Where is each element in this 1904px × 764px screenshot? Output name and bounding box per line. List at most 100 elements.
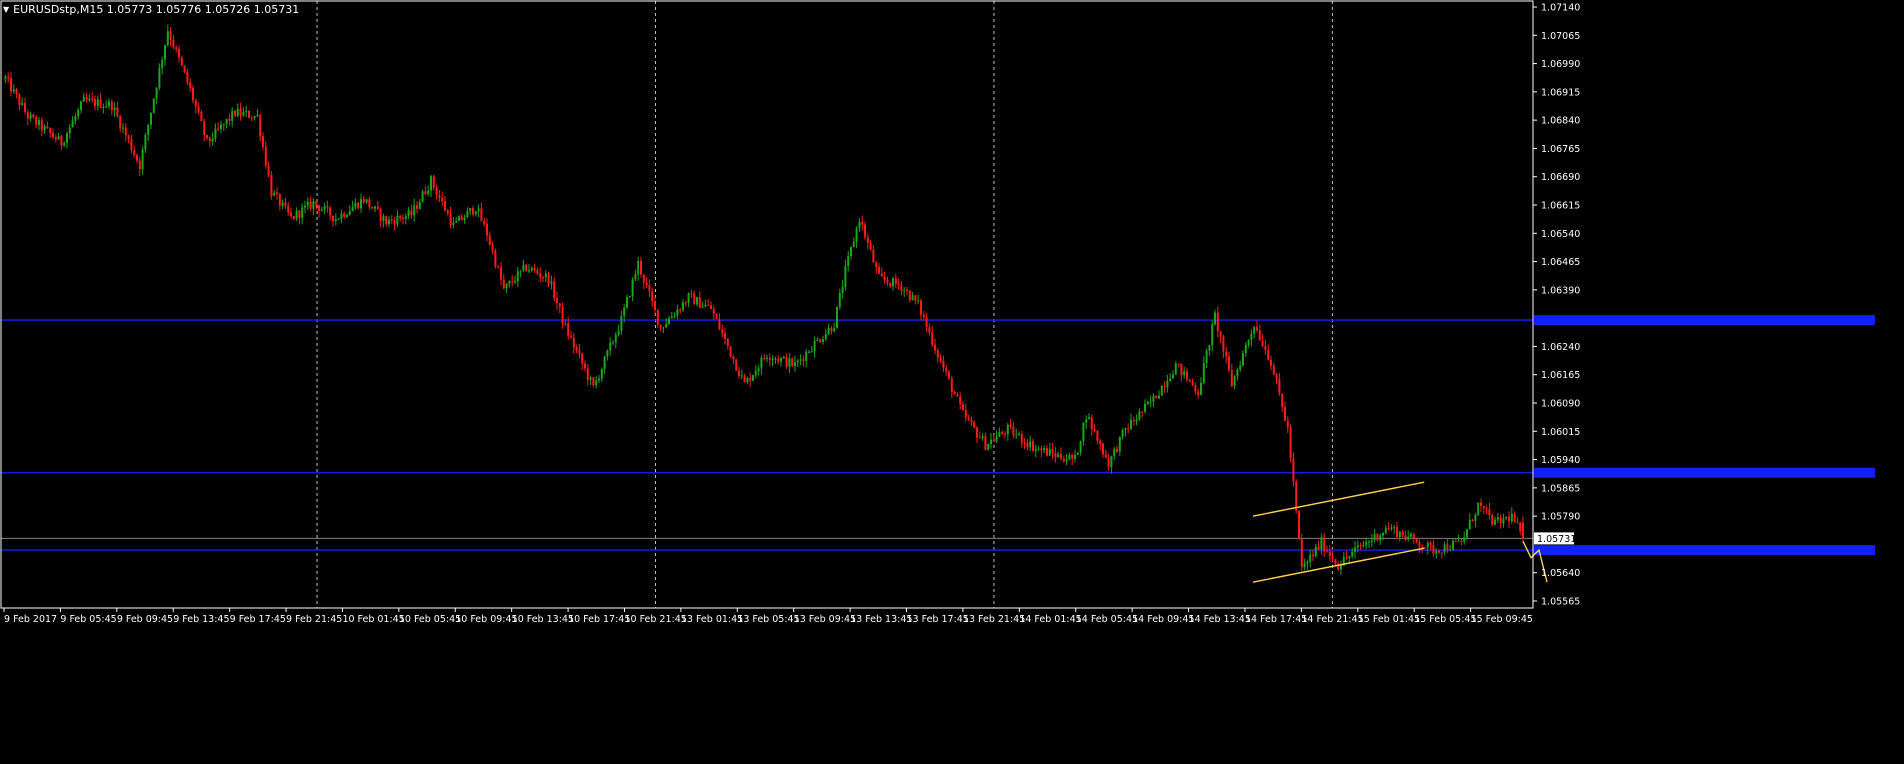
candle-body: [561, 306, 564, 324]
price-axis[interactable]: 1.07140 1.07065 1.06990 1.06915 1.06840 1.067…: [1533, 3, 1580, 608]
candle-body: [71, 120, 74, 128]
candle-body: [872, 249, 875, 263]
price-chart[interactable]: 1.05731 1.07140 1.07065 1.06990 1.06915 1.06…: [0, 0, 1904, 760]
candle-body: [133, 150, 136, 156]
candle-body: [52, 133, 54, 138]
candle-body: [1317, 546, 1320, 550]
candle-body: [816, 339, 819, 341]
candle-body: [1275, 374, 1278, 379]
candle-body: [222, 124, 225, 126]
dropdown-triangle-icon[interactable]: ▼: [3, 5, 9, 14]
candle-body: [1149, 401, 1152, 403]
candle-body: [1368, 541, 1370, 543]
y-tick-label: 1.06165: [1541, 370, 1580, 381]
candle-body: [788, 358, 791, 367]
candle-body: [158, 68, 161, 88]
candle-body: [1177, 363, 1180, 365]
candle-body: [934, 344, 936, 351]
level-marker: [1534, 315, 1875, 326]
y-tick-label: 1.06915: [1541, 87, 1580, 98]
candle-body: [738, 370, 740, 376]
y-tick-label: 1.06690: [1541, 172, 1580, 183]
candle-body: [810, 351, 813, 353]
candle-body: [536, 270, 539, 274]
candle-body: [698, 297, 701, 308]
candle-body: [1152, 395, 1155, 402]
candle-body: [656, 309, 659, 325]
candle-body: [654, 301, 656, 310]
candle-body: [463, 217, 466, 220]
candle-body: [987, 443, 990, 450]
candle-body: [581, 353, 584, 364]
candle-body: [385, 216, 388, 225]
candle-body: [939, 357, 942, 361]
time-axis[interactable]: 9 Feb 2017 9 Feb 05:45 9 Feb 09:45 9 Feb 13…: [3, 608, 1533, 625]
candle-body: [668, 318, 670, 324]
candle-body: [1326, 551, 1328, 553]
candle-body: [917, 300, 920, 302]
candle-body: [1180, 363, 1183, 376]
candle-body: [774, 358, 777, 360]
candle-body: [194, 100, 197, 107]
candle-body: [248, 111, 250, 118]
candle-body: [869, 242, 872, 250]
candle-body: [1270, 359, 1272, 366]
candle-body: [1060, 453, 1062, 459]
candle-body: [1141, 411, 1144, 413]
candle-body: [679, 309, 682, 311]
candle-body: [1225, 351, 1228, 357]
candle-body: [1200, 382, 1202, 395]
candle-body: [704, 305, 707, 307]
candle-body: [1135, 419, 1138, 422]
candle-body: [620, 315, 623, 331]
candle-body: [1194, 385, 1197, 392]
candle-body: [197, 106, 200, 112]
candle-body: [220, 124, 222, 129]
x-tick-label: 13 Feb 01:45: [681, 614, 743, 625]
candle-body: [1365, 541, 1368, 545]
candle-body: [1499, 517, 1502, 524]
candle-body: [710, 305, 712, 310]
candle-body: [1230, 370, 1233, 387]
candle-body: [1169, 378, 1172, 382]
candle-body: [676, 309, 679, 316]
candle-body: [564, 323, 567, 325]
candle-body: [1480, 502, 1482, 506]
candle-body: [928, 327, 931, 333]
candle-body: [1457, 540, 1460, 542]
candle-body: [1390, 527, 1393, 529]
candle-body: [614, 335, 617, 343]
chart-window[interactable]: 1.05731 1.07140 1.07065 1.06990 1.06915 1.06…: [0, 0, 1904, 760]
candle-body: [1029, 441, 1032, 448]
candle-body: [396, 215, 399, 225]
candle-body: [1214, 312, 1216, 325]
candle-body: [326, 206, 329, 208]
candle-body: [85, 96, 88, 101]
candle-body: [94, 99, 96, 107]
candle-body: [18, 94, 21, 106]
candle-body: [337, 218, 340, 220]
candle-body: [1284, 406, 1286, 421]
candle-body: [1247, 340, 1250, 346]
candle-body: [1242, 353, 1244, 366]
candle-body: [1281, 393, 1284, 407]
candle-body: [43, 126, 46, 131]
candle-body: [1015, 434, 1018, 436]
candle-body: [760, 357, 763, 369]
candle-body: [379, 208, 382, 221]
candle-body: [172, 39, 175, 48]
candle-body: [617, 330, 620, 336]
candle-body: [1454, 540, 1457, 542]
candle-body: [110, 101, 113, 111]
candle-body: [1474, 514, 1477, 521]
candle-body: [533, 267, 536, 271]
candle-body: [200, 111, 203, 122]
candle-body: [264, 146, 267, 166]
candle-body: [203, 121, 206, 135]
candle-body: [1132, 419, 1135, 422]
candle-body: [189, 82, 192, 88]
candle-body: [1228, 356, 1230, 371]
candle-body: [68, 127, 71, 134]
candle-body: [1034, 448, 1037, 451]
x-tick-label: 14 Feb 05:45: [1076, 614, 1138, 625]
